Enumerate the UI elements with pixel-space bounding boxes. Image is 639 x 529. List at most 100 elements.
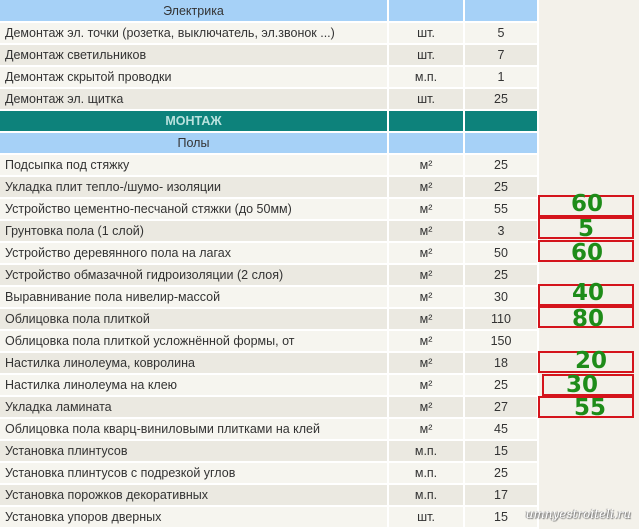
- price: 25: [464, 154, 539, 177]
- work-name: Укладка плит тепло-/шумо- изоляции: [0, 176, 389, 199]
- unit: м.п.: [388, 462, 465, 485]
- subsection-title: Электрика: [0, 0, 389, 23]
- work-name: Демонтаж скрытой проводки: [0, 66, 389, 89]
- empty-cell: [464, 0, 539, 23]
- table-row: Настилка линолеума на клею м² 25: [0, 374, 539, 397]
- subsection-header-electrics: Электрика: [0, 0, 539, 23]
- unit: м²: [388, 396, 465, 419]
- unit: м.п.: [388, 484, 465, 507]
- unit: шт.: [388, 506, 465, 529]
- price: 1: [464, 66, 539, 89]
- work-name: Облицовка пола плиткой усложнённой формы…: [0, 330, 389, 353]
- unit: м²: [388, 264, 465, 287]
- work-name: Установка упоров дверных: [0, 506, 389, 529]
- table-row: Грунтовка пола (1 слой) м² 3: [0, 220, 539, 243]
- section-title: МОНТАЖ: [0, 110, 389, 133]
- price: 50: [464, 242, 539, 265]
- table-row: Установка упоров дверных шт. 15: [0, 506, 539, 529]
- table-row: Установка плинтусов м.п. 15: [0, 440, 539, 463]
- unit: шт.: [388, 22, 465, 45]
- work-name: Облицовка пола плиткой: [0, 308, 389, 331]
- table-row: Выравнивание пола нивелир-массой м² 30: [0, 286, 539, 309]
- price: 25: [464, 374, 539, 397]
- empty-cell: [464, 110, 539, 133]
- table-row: Демонтаж эл. щитка шт. 25: [0, 88, 539, 111]
- work-name: Установка плинтусов с подрезкой углов: [0, 462, 389, 485]
- work-name: Настилка линолеума, ковролина: [0, 352, 389, 375]
- price: 5: [464, 22, 539, 45]
- section-header-mounting: МОНТАЖ: [0, 110, 539, 133]
- work-name: Настилка линолеума на клею: [0, 374, 389, 397]
- table-row: Установка плинтусов с подрезкой углов м.п…: [0, 462, 539, 485]
- unit: м.п.: [388, 66, 465, 89]
- unit: м²: [388, 352, 465, 375]
- annotation-value: 30: [566, 372, 599, 398]
- work-name: Установка плинтусов: [0, 440, 389, 463]
- unit: м²: [388, 374, 465, 397]
- work-name: Устройство обмазачной гидроизоляции (2 с…: [0, 264, 389, 287]
- price: 110: [464, 308, 539, 331]
- price: 25: [464, 462, 539, 485]
- annotation-value: 5: [578, 216, 595, 242]
- empty-cell: [464, 132, 539, 155]
- work-name: Установка порожков декоративных: [0, 484, 389, 507]
- empty-cell: [388, 132, 465, 155]
- table-row: Облицовка пола плиткой м² 110: [0, 308, 539, 331]
- annotation-value: 40: [572, 280, 605, 306]
- work-name: Демонтаж эл. щитка: [0, 88, 389, 111]
- work-name: Устройство деревянного пола на лагах: [0, 242, 389, 265]
- unit: м²: [388, 198, 465, 221]
- empty-cell: [388, 110, 465, 133]
- table-row: Устройство деревянного пола на лагах м² 50: [0, 242, 539, 265]
- price: 25: [464, 176, 539, 199]
- unit: м²: [388, 286, 465, 309]
- table-row: Устройство обмазачной гидроизоляции (2 с…: [0, 264, 539, 287]
- unit: м²: [388, 308, 465, 331]
- price: 15: [464, 440, 539, 463]
- subsection-title: Полы: [0, 132, 389, 155]
- table-row: Облицовка пола кварц-виниловыми плитками…: [0, 418, 539, 441]
- table-row: Укладка ламината м² 27: [0, 396, 539, 419]
- table-row: Установка порожков декоративных м.п. 17: [0, 484, 539, 507]
- unit: м²: [388, 176, 465, 199]
- unit: м²: [388, 220, 465, 243]
- table-row: Подсыпка под стяжку м² 25: [0, 154, 539, 177]
- unit: м²: [388, 418, 465, 441]
- annotation-value: 20: [575, 348, 608, 374]
- unit: м.п.: [388, 440, 465, 463]
- work-name: Устройство цементно-песчаной стяжки (до …: [0, 198, 389, 221]
- price: 17: [464, 484, 539, 507]
- price: 55: [464, 198, 539, 221]
- table-row: Демонтаж скрытой проводки м.п. 1: [0, 66, 539, 89]
- price: 7: [464, 44, 539, 67]
- table-row: Облицовка пола плиткой усложнённой формы…: [0, 330, 539, 353]
- annotation-value: 55: [574, 395, 607, 421]
- unit: шт.: [388, 88, 465, 111]
- watermark: umnyestroiteli.ru: [525, 507, 631, 521]
- price: 25: [464, 264, 539, 287]
- price: 25: [464, 88, 539, 111]
- work-name: Подсыпка под стяжку: [0, 154, 389, 177]
- annotation-value: 60: [571, 240, 604, 266]
- unit: м²: [388, 242, 465, 265]
- table-row: Устройство цементно-песчаной стяжки (до …: [0, 198, 539, 221]
- unit: шт.: [388, 44, 465, 67]
- price: 27: [464, 396, 539, 419]
- subsection-header-floors: Полы: [0, 132, 539, 155]
- work-name: Облицовка пола кварц-виниловыми плитками…: [0, 418, 389, 441]
- work-name: Демонтаж светильников: [0, 44, 389, 67]
- table-row: Демонтаж эл. точки (розетка, выключатель…: [0, 22, 539, 45]
- price: 45: [464, 418, 539, 441]
- empty-cell: [388, 0, 465, 23]
- unit: м²: [388, 330, 465, 353]
- table-row: Укладка плит тепло-/шумо- изоляции м² 25: [0, 176, 539, 199]
- work-name: Укладка ламината: [0, 396, 389, 419]
- price-table-body: Электрика Демонтаж эл. точки (розетка, в…: [0, 0, 539, 529]
- annotation-value: 60: [571, 191, 604, 217]
- price: 3: [464, 220, 539, 243]
- price-table: Электрика Демонтаж эл. точки (розетка, в…: [0, 0, 539, 529]
- price: 30: [464, 286, 539, 309]
- work-name: Грунтовка пола (1 слой): [0, 220, 389, 243]
- annotation-value: 80: [572, 306, 605, 332]
- table-row: Демонтаж светильников шт. 7: [0, 44, 539, 67]
